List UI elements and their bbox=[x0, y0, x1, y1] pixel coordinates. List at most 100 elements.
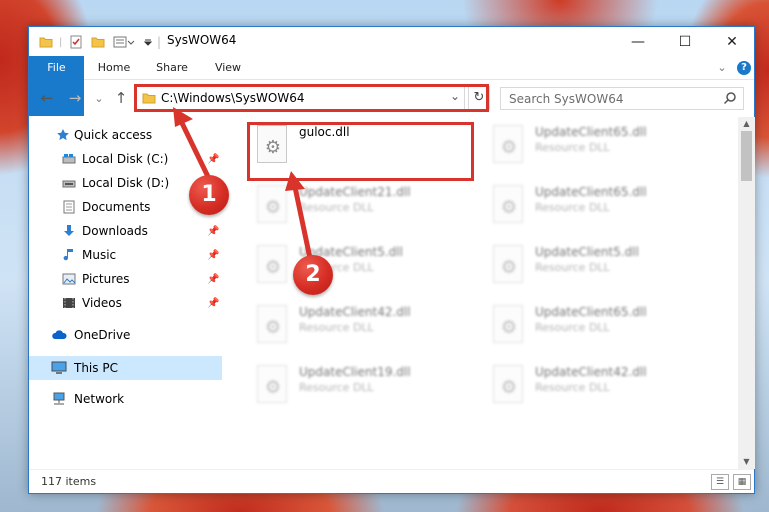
dll-file-icon: ⚙ bbox=[493, 365, 523, 403]
file-type: Resource DLL bbox=[535, 261, 610, 274]
dll-file-icon: ⚙ bbox=[493, 245, 523, 283]
star-icon bbox=[55, 128, 71, 142]
pictures-icon bbox=[61, 272, 77, 286]
file-item[interactable]: ⚙ UpdateClient65.dll Resource DLL bbox=[485, 299, 713, 359]
file-type: Resource DLL bbox=[535, 141, 610, 154]
sidebar-item-videos[interactable]: Videos 📌 bbox=[29, 292, 222, 314]
file-type: Resource DLL bbox=[535, 381, 610, 394]
dll-file-icon: ⚙ bbox=[257, 305, 287, 343]
sidebar-item-downloads[interactable]: Downloads 📌 bbox=[29, 220, 222, 242]
details-view-button[interactable]: ☰ bbox=[711, 474, 729, 490]
scroll-up-arrow-icon[interactable]: ▲ bbox=[738, 117, 755, 131]
minimize-button[interactable]: — bbox=[615, 27, 661, 56]
properties-icon[interactable] bbox=[69, 33, 83, 51]
forward-button[interactable]: → bbox=[65, 88, 85, 108]
item-count: 117 items bbox=[41, 475, 97, 488]
search-box[interactable] bbox=[500, 87, 744, 110]
pin-icon[interactable]: 📌 bbox=[207, 298, 219, 309]
file-name: UpdateClient42.dll bbox=[535, 365, 647, 379]
scroll-down-arrow-icon[interactable]: ▼ bbox=[738, 455, 755, 469]
recent-locations-button[interactable]: ⌄ bbox=[89, 88, 109, 108]
videos-icon bbox=[61, 296, 77, 310]
sidebar-item-pictures[interactable]: Pictures 📌 bbox=[29, 268, 222, 290]
sidebar-item-label: Pictures bbox=[82, 272, 130, 286]
cloud-icon bbox=[51, 328, 67, 342]
pin-icon[interactable]: 📌 bbox=[207, 154, 219, 165]
explorer-window: | | SysWOW64 — ☐ ✕ File Home Share View … bbox=[28, 26, 755, 494]
dll-file-icon: ⚙ bbox=[493, 185, 523, 223]
navigation-pane: Quick access Local Disk (C:) 📌 Local Dis… bbox=[29, 117, 222, 467]
file-highlight-box bbox=[247, 122, 474, 181]
file-item[interactable]: ⚙ UpdateClient5.dll Resource DLL bbox=[249, 239, 477, 299]
file-type: Resource DLL bbox=[535, 321, 610, 334]
pin-icon[interactable]: 📌 bbox=[207, 226, 219, 237]
vertical-scrollbar[interactable]: ▲ ▼ bbox=[738, 117, 755, 469]
tab-share[interactable]: Share bbox=[147, 56, 197, 80]
close-button[interactable]: ✕ bbox=[709, 27, 755, 56]
step-badge-1: 1 bbox=[189, 175, 229, 215]
file-type: Resource DLL bbox=[535, 201, 610, 214]
drive-icon bbox=[61, 176, 77, 190]
scrollbar-thumb[interactable] bbox=[741, 131, 752, 181]
sidebar-item-label: Network bbox=[74, 392, 125, 406]
file-name: UpdateClient65.dll bbox=[535, 305, 647, 319]
sidebar-item-onedrive[interactable]: OneDrive bbox=[29, 324, 222, 346]
file-item[interactable]: ⚙ UpdateClient42.dll Resource DLL bbox=[485, 359, 713, 419]
download-icon bbox=[61, 224, 77, 238]
file-item[interactable]: ⚙ UpdateClient19.dll Resource DLL bbox=[249, 359, 477, 419]
file-name: UpdateClient42.dll bbox=[299, 305, 411, 319]
file-item[interactable]: ⚙ UpdateClient42.dll Resource DLL bbox=[249, 299, 477, 359]
status-bar: 117 items ☰ ▦ bbox=[29, 469, 754, 493]
sidebar-item-music[interactable]: Music 📌 bbox=[29, 244, 222, 266]
search-input[interactable] bbox=[509, 91, 709, 107]
documents-icon bbox=[61, 200, 77, 214]
search-icon[interactable] bbox=[723, 91, 737, 108]
sidebar-item-label: Local Disk (C:) bbox=[82, 152, 169, 166]
sidebar-item-label: Downloads bbox=[82, 224, 148, 238]
up-button[interactable]: ↑ bbox=[111, 88, 131, 108]
sidebar-item-label: Music bbox=[82, 248, 117, 262]
tab-home[interactable]: Home bbox=[89, 56, 139, 80]
file-item[interactable]: ⚙ UpdateClient21.dll Resource DLL bbox=[249, 179, 477, 239]
quick-access-dropdown-icon[interactable] bbox=[143, 33, 153, 51]
ribbon-tabs: File Home Share View ⌄ ? bbox=[29, 56, 754, 116]
sidebar-item-network[interactable]: Network bbox=[29, 388, 222, 410]
folder-icon bbox=[39, 33, 53, 51]
file-name: UpdateClient19.dll bbox=[299, 365, 411, 379]
sidebar-item-label: This PC bbox=[74, 361, 118, 375]
file-name: UpdateClient65.dll bbox=[535, 185, 647, 199]
sidebar-item-label: Local Disk (D:) bbox=[82, 176, 170, 190]
new-folder-icon[interactable] bbox=[91, 33, 105, 51]
file-type: Resource DLL bbox=[299, 201, 374, 214]
dll-file-icon: ⚙ bbox=[257, 365, 287, 403]
sidebar-item-label: Videos bbox=[82, 296, 122, 310]
sidebar-item-quick-access[interactable]: Quick access bbox=[29, 124, 222, 146]
file-item[interactable]: ⚙ UpdateClient65.dll Resource DLL bbox=[485, 179, 713, 239]
address-highlight-box bbox=[134, 84, 489, 112]
back-button[interactable]: ← bbox=[37, 88, 57, 108]
maximize-button[interactable]: ☐ bbox=[662, 27, 708, 56]
drive-icon bbox=[61, 152, 77, 166]
dll-file-icon: ⚙ bbox=[257, 185, 287, 223]
file-item[interactable]: ⚙ UpdateClient5.dll Resource DLL bbox=[485, 239, 713, 299]
music-icon bbox=[61, 248, 77, 262]
tab-view[interactable]: View bbox=[205, 56, 251, 80]
file-type: Resource DLL bbox=[299, 321, 374, 334]
file-item[interactable]: ⚙ UpdateClient65.dll Resource DLL bbox=[485, 119, 713, 179]
customize-toolbar-icon[interactable] bbox=[113, 33, 135, 51]
help-icon[interactable]: ? bbox=[737, 61, 751, 75]
sidebar-item-local-disk-c[interactable]: Local Disk (C:) 📌 bbox=[29, 148, 222, 170]
computer-icon bbox=[51, 361, 67, 375]
large-icons-view-button[interactable]: ▦ bbox=[733, 474, 751, 490]
sidebar-item-this-pc[interactable]: This PC bbox=[29, 356, 222, 380]
pin-icon[interactable]: 📌 bbox=[207, 250, 219, 261]
expand-ribbon-icon[interactable]: ⌄ bbox=[715, 56, 729, 80]
pin-icon[interactable]: 📌 bbox=[207, 274, 219, 285]
sidebar-item-label: OneDrive bbox=[74, 328, 131, 342]
sidebar-item-label: Documents bbox=[82, 200, 151, 214]
file-name: UpdateClient21.dll bbox=[299, 185, 411, 199]
file-name: UpdateClient65.dll bbox=[535, 125, 647, 139]
file-type: Resource DLL bbox=[299, 381, 374, 394]
step-badge-2: 2 bbox=[293, 255, 333, 295]
title-bar: | | SysWOW64 — ☐ ✕ bbox=[29, 27, 754, 56]
